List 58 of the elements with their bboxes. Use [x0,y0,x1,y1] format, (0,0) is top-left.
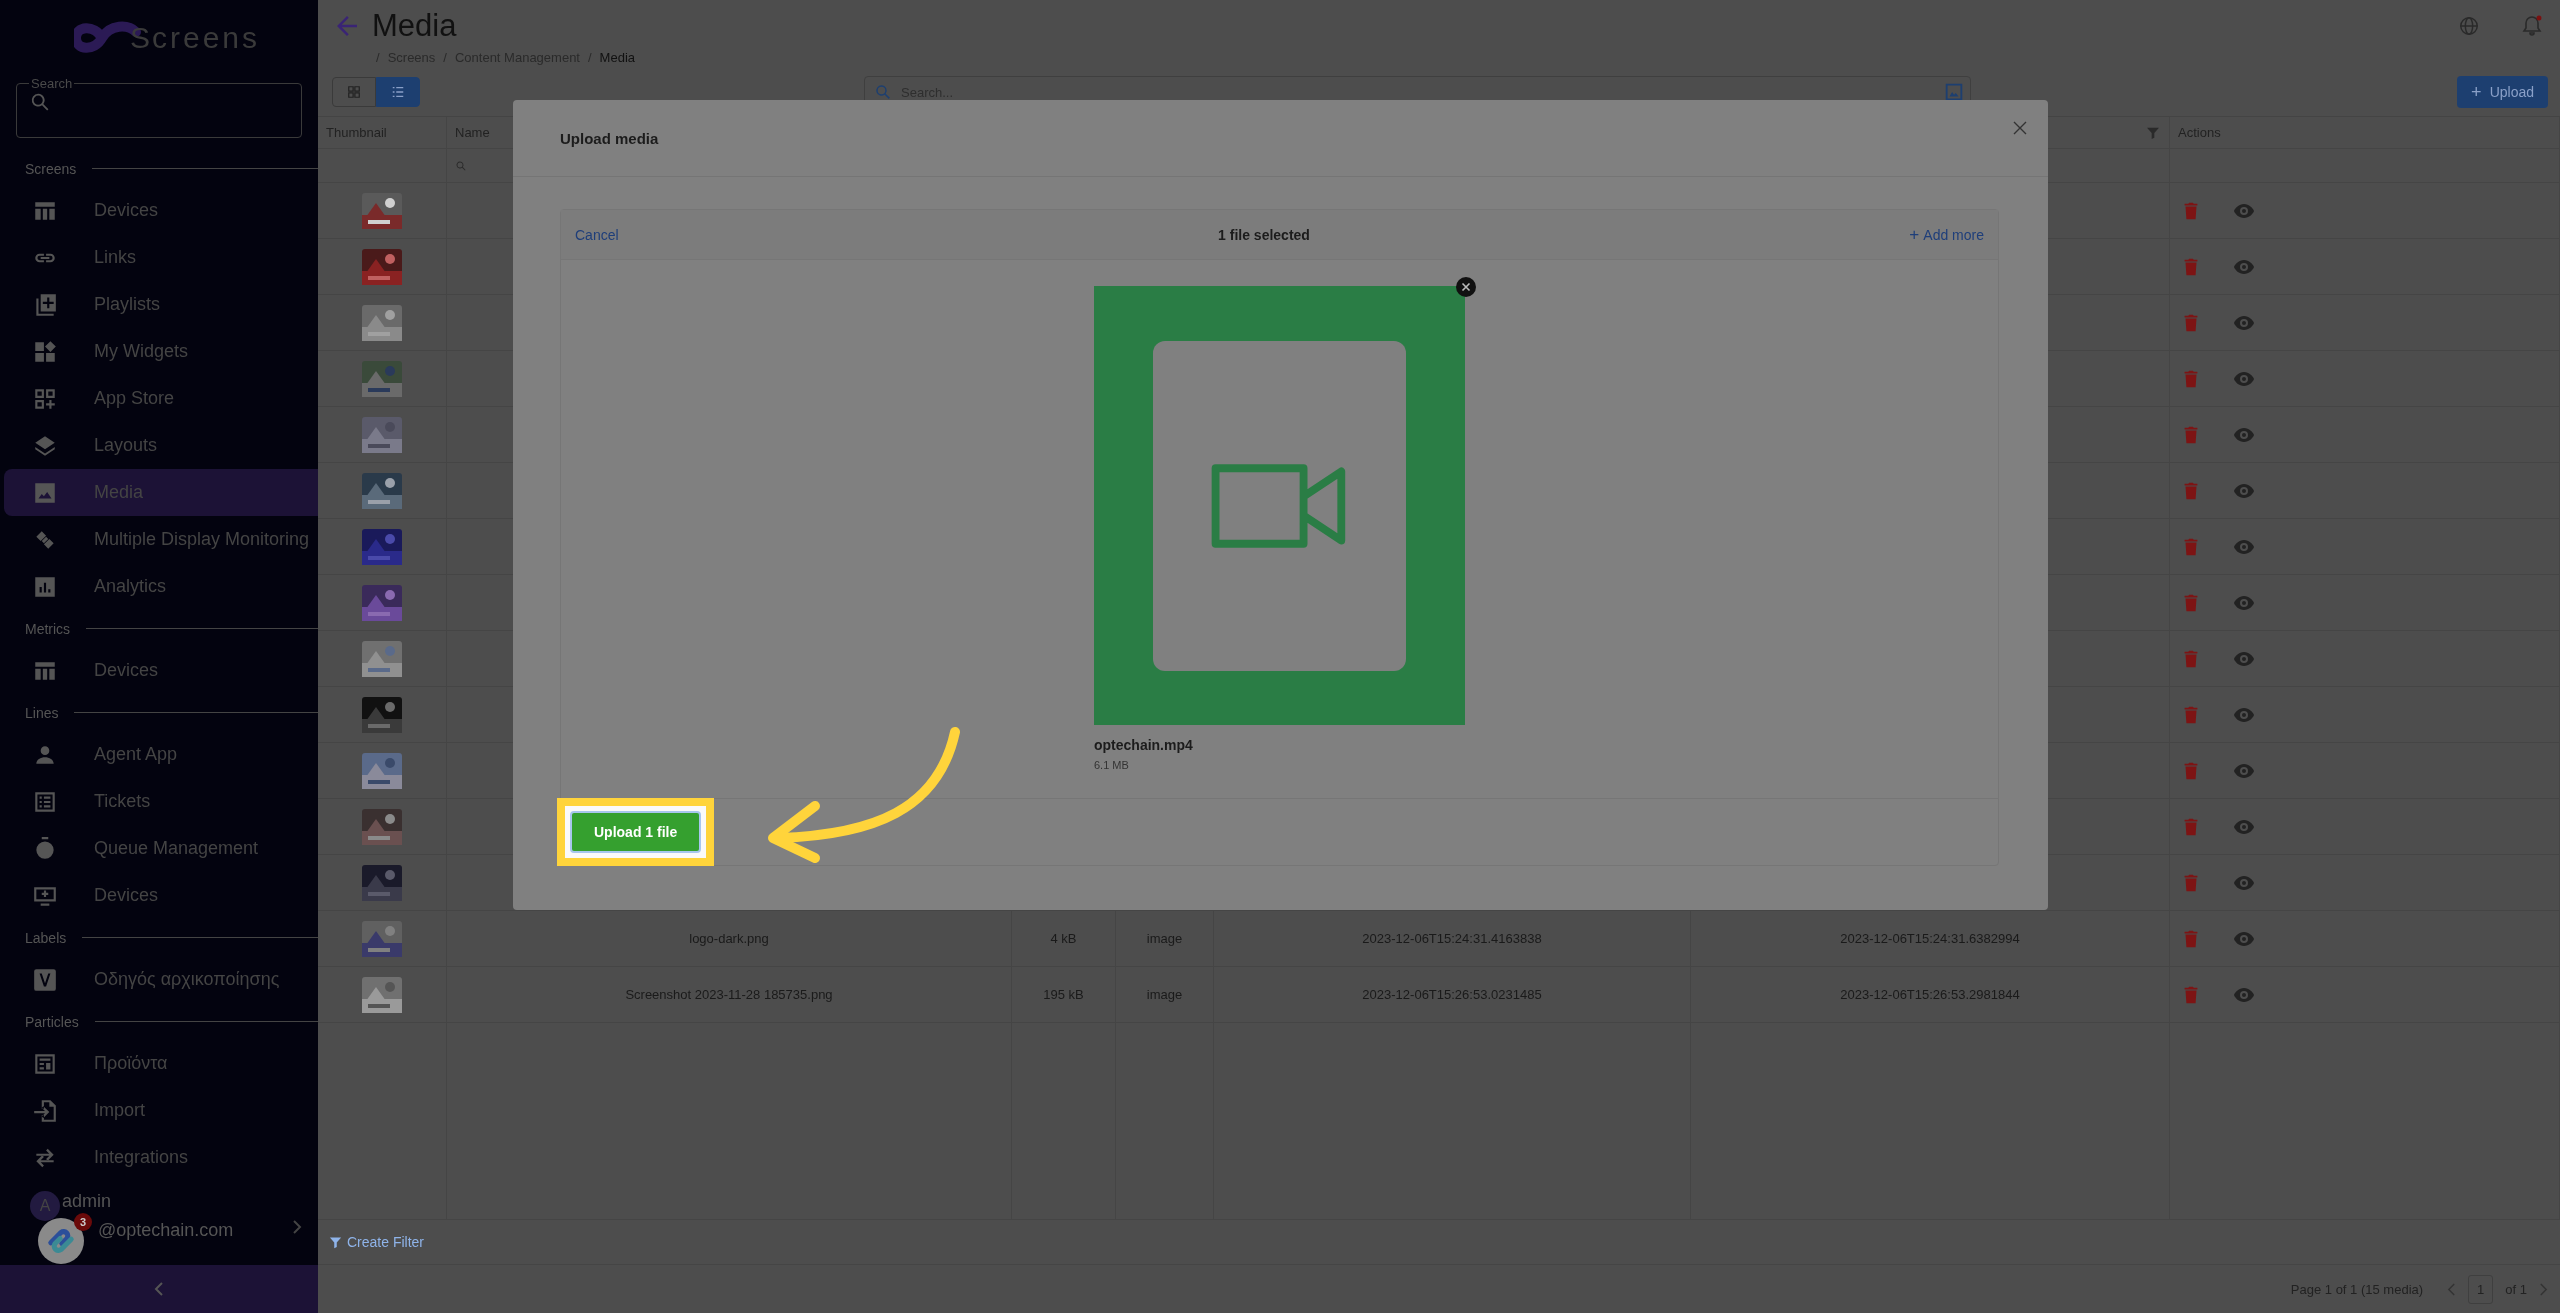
grid-view-icon [347,85,361,99]
sidebar-item[interactable]: My Widgets [4,328,318,375]
section-label: Screens [25,160,77,177]
file-name: optechain.mp4 [1094,737,1194,753]
sidebar-item[interactable]: Προϊόντα [4,1040,318,1087]
list-view-icon [391,85,405,99]
page-title: Media [372,8,457,44]
widgets-icon [32,338,58,365]
selection-status: 1 file selected [1218,226,1310,243]
sidebar-item[interactable]: Οδηγός αρχικοποίησης [4,956,318,1003]
cancel-link[interactable]: Cancel [575,226,619,243]
sidebar-item[interactable]: Devices [4,872,318,919]
section-label: Lines [25,704,59,721]
file-size: 6.1 MB [1094,759,1130,771]
breadcrumb-separator: / [443,49,447,65]
image-search-icon[interactable] [1943,81,1965,103]
globe-icon[interactable] [2458,15,2480,37]
add-more-link[interactable]: + Add more [1909,224,1984,245]
user-name: admin [62,1191,113,1212]
upload-files-button[interactable]: Upload 1 file [570,811,702,853]
close-icon[interactable] [2012,120,2028,136]
remove-icon[interactable] [1456,277,1476,297]
chevron-left-icon[interactable] [2447,1281,2457,1297]
search-icon [29,91,51,113]
sidebar-item[interactable]: Analytics [4,563,318,610]
sidebar-item[interactable]: Queue Management [4,825,318,872]
search-field[interactable]: Search [16,76,302,138]
sidebar-item[interactable]: Layouts [4,422,318,469]
sidebar-item[interactable]: Multiple Display Monitoring [4,516,318,563]
chevron-right-icon[interactable] [292,1219,302,1235]
chevron-left-icon [154,1281,164,1297]
upload-button[interactable]: + Upload [2457,76,2548,108]
sidebar-item[interactable]: Devices [4,647,318,694]
dialog-title: Upload media [560,129,659,147]
sidebar-item[interactable]: Devices [4,187,318,234]
view-toggle-button[interactable] [376,77,420,107]
sidebar-item[interactable]: Integrations [4,1134,318,1181]
create-filter-button[interactable]: Create Filter [326,1232,427,1252]
chevron-right-icon[interactable] [2539,1281,2548,1297]
search-icon [874,83,892,101]
sidebar-item[interactable]: Agent App [4,731,318,778]
view-toggle-button[interactable] [332,77,376,107]
sidebar-item[interactable]: Tickets [4,778,318,825]
sidebar-item[interactable]: App Store [4,375,318,422]
sidebar-item[interactable]: Playlists [4,281,318,328]
breadcrumb-separator: / [376,49,380,65]
v-logo-icon [32,966,58,993]
breadcrumb-separator: / [588,49,592,65]
user-email: @optechain.com [98,1220,235,1241]
section-label: Metrics [25,620,71,637]
sidebar-item[interactable]: Links [4,234,318,281]
bell-icon[interactable] [2520,14,2544,38]
breadcrumb-link[interactable]: Media [599,49,636,65]
section-label: Particles [25,1013,79,1030]
search-icon[interactable] [455,159,467,172]
section-label: Labels [25,929,67,946]
sidebar-item[interactable]: Import [4,1087,318,1134]
import-icon [32,1097,58,1124]
